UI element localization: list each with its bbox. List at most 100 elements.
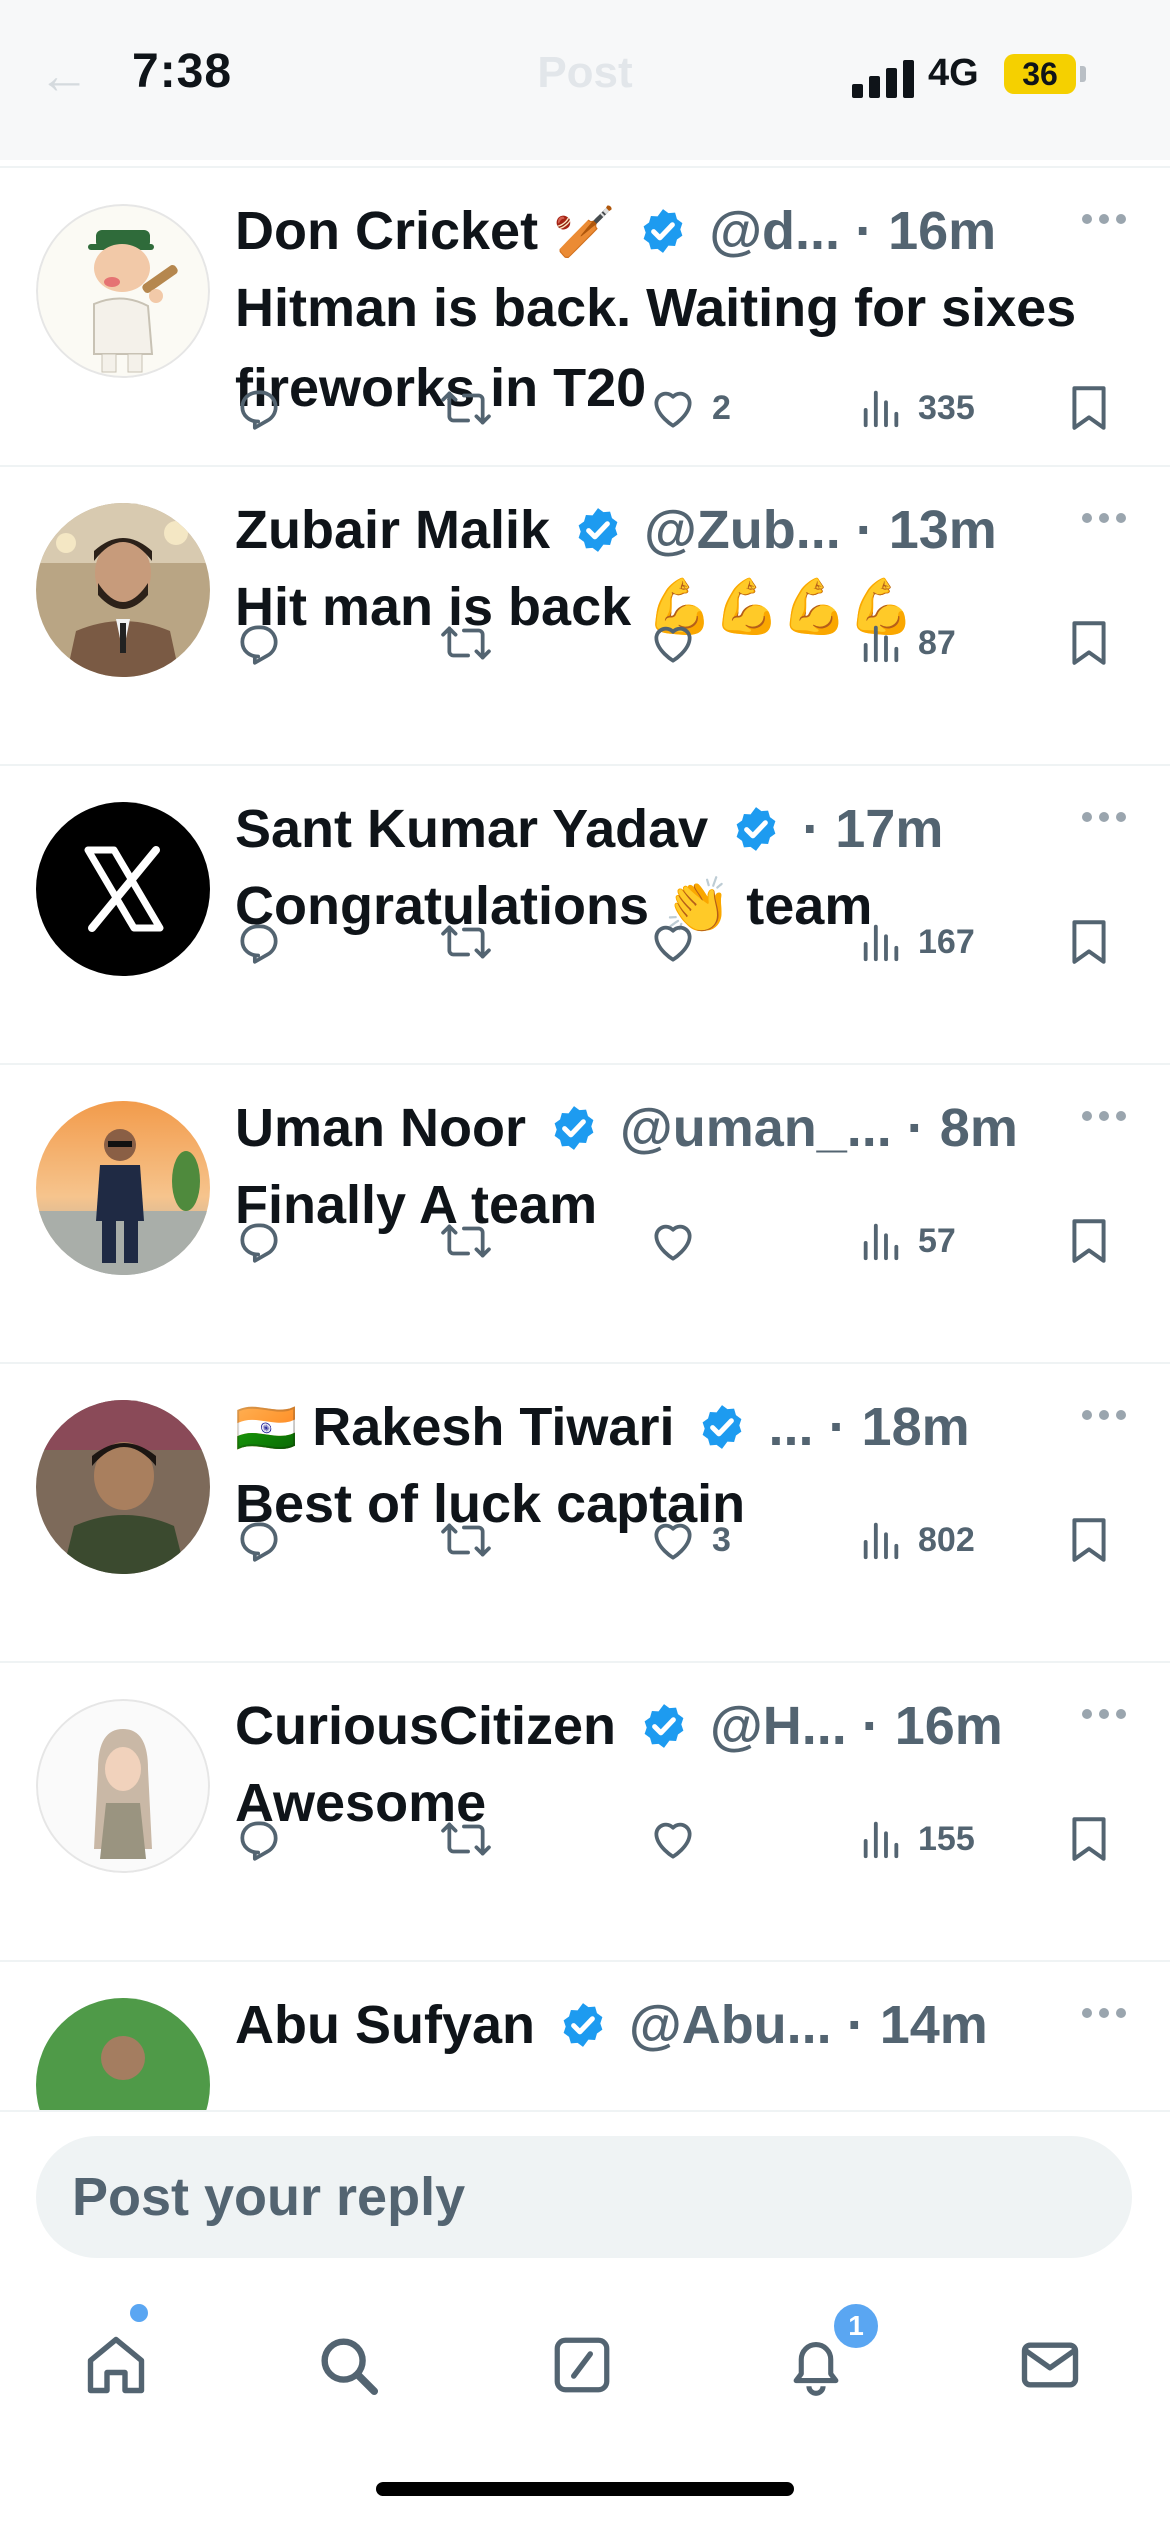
repost-button[interactable]: [438, 378, 494, 438]
tweet[interactable]: Don Cricket 🏏 @d... · 16m Hitman is back…: [0, 168, 1170, 467]
handle[interactable]: @Abu...: [629, 1995, 832, 2055]
tab-messages[interactable]: [1000, 2300, 1100, 2430]
more-options-icon[interactable]: [1082, 2008, 1126, 2024]
repost-button[interactable]: [438, 613, 494, 673]
handle[interactable]: @uman_...: [620, 1098, 892, 1158]
action-bar: 57: [0, 1211, 1170, 1271]
verified-badge-icon: [563, 2002, 603, 2047]
reply-button[interactable]: [234, 1211, 284, 1271]
repost-button[interactable]: [438, 912, 494, 972]
reply-input[interactable]: [36, 2136, 1132, 2258]
views-button[interactable]: 802: [858, 1510, 975, 1570]
tab-search[interactable]: [298, 2300, 398, 2430]
repost-icon: [441, 1822, 491, 1856]
views-button[interactable]: 335: [858, 378, 975, 438]
separator-dot: ·: [906, 1098, 925, 1158]
bookmark-button[interactable]: [1066, 912, 1112, 972]
tweet[interactable]: 🇮🇳 Rakesh Tiwari ... · 18m Best of luck …: [0, 1364, 1170, 1663]
home-icon: [87, 2336, 145, 2394]
separator-dot: ·: [855, 500, 874, 560]
signal-icon: [852, 58, 916, 98]
display-name[interactable]: Abu Sufyan: [235, 1995, 535, 2055]
views-button[interactable]: 155: [858, 1809, 975, 1869]
display-name[interactable]: CuriousCitizen: [235, 1696, 616, 1756]
bookmark-button[interactable]: [1066, 1510, 1112, 1570]
heart-icon: [654, 1523, 692, 1560]
separator-dot: ·: [846, 1995, 865, 2055]
repost-button[interactable]: [438, 1809, 494, 1869]
reply-button[interactable]: [234, 1809, 284, 1869]
tweet-header: Sant Kumar Yadav · 17m: [235, 796, 1095, 862]
view-count: 802: [918, 1520, 975, 1559]
reply-composer: [0, 2110, 1170, 2302]
reply-button[interactable]: [234, 613, 284, 673]
views-icon: [863, 1522, 899, 1560]
action-bar: 155: [0, 1809, 1170, 1869]
bottom-tab-bar: 1: [0, 2300, 1170, 2532]
repost-button[interactable]: [438, 1510, 494, 1570]
display-name[interactable]: Don Cricket: [235, 201, 538, 261]
status-bar: ← Post 7:38 4G 36: [0, 0, 1170, 160]
tab-compose[interactable]: [532, 2300, 632, 2430]
mail-icon: [1021, 2342, 1079, 2388]
tweet[interactable]: CuriousCitizen @H... · 16m Awesome 155: [0, 1663, 1170, 1962]
reply-feed[interactable]: Don Cricket 🏏 @d... · 16m Hitman is back…: [0, 168, 1170, 2110]
repost-icon: [441, 391, 491, 425]
tweet-header: Zubair Malik @Zub... · 13m: [235, 497, 1095, 563]
handle[interactable]: @H...: [710, 1696, 847, 1756]
unread-dot: [130, 2304, 148, 2322]
heart-icon: [654, 1224, 692, 1261]
like-button[interactable]: 3: [648, 1510, 731, 1570]
reply-button[interactable]: [234, 378, 284, 438]
bookmark-button[interactable]: [1066, 613, 1112, 673]
more-options-icon[interactable]: [1082, 1410, 1126, 1426]
like-button[interactable]: [648, 613, 712, 673]
heart-icon: [654, 391, 692, 428]
post-age: 14m: [879, 1995, 988, 2055]
reply-button[interactable]: [234, 912, 284, 972]
bookmark-button[interactable]: [1066, 378, 1112, 438]
views-button[interactable]: 167: [858, 912, 975, 972]
reply-button[interactable]: [234, 1510, 284, 1570]
avatar[interactable]: [36, 204, 210, 378]
more-options-icon[interactable]: [1082, 513, 1126, 529]
like-button[interactable]: [648, 912, 712, 972]
views-icon: [863, 924, 899, 962]
repost-button[interactable]: [438, 1211, 494, 1271]
more-options-icon[interactable]: [1082, 812, 1126, 828]
tweet[interactable]: Zubair Malik @Zub... · 13m Hit man is ba…: [0, 467, 1170, 766]
bookmark-button[interactable]: [1066, 1809, 1112, 1869]
display-name[interactable]: Uman Noor: [235, 1098, 526, 1158]
tweet[interactable]: Sant Kumar Yadav · 17m Congratulations 👏…: [0, 766, 1170, 1065]
like-button[interactable]: [648, 1211, 712, 1271]
separator-dot: ·: [855, 201, 874, 261]
verified-badge-icon: [736, 806, 776, 851]
verified-badge-icon: [644, 208, 683, 253]
like-button[interactable]: [648, 1809, 712, 1869]
like-button[interactable]: 2: [648, 378, 731, 438]
avatar[interactable]: [36, 1998, 210, 2110]
views-icon: [863, 625, 899, 663]
repost-icon: [441, 1224, 491, 1258]
tweet[interactable]: Uman Noor @uman_... · 8m Finally A team …: [0, 1065, 1170, 1364]
tab-home[interactable]: [66, 2300, 166, 2430]
handle[interactable]: ...: [769, 1397, 814, 1457]
views-button[interactable]: 87: [858, 613, 956, 673]
display-name[interactable]: Sant Kumar Yadav: [235, 799, 708, 859]
repost-icon: [441, 925, 491, 959]
view-count: 87: [918, 623, 956, 662]
home-indicator[interactable]: [376, 2482, 794, 2496]
view-count: 155: [918, 1819, 975, 1858]
more-options-icon[interactable]: [1082, 1709, 1126, 1725]
bookmark-icon: [1072, 1518, 1106, 1562]
heart-icon: [654, 925, 692, 962]
display-name[interactable]: Zubair Malik: [235, 500, 550, 560]
views-button[interactable]: 57: [858, 1211, 956, 1271]
bookmark-button[interactable]: [1066, 1211, 1112, 1271]
handle[interactable]: @d...: [709, 201, 840, 261]
display-name[interactable]: Rakesh Tiwari: [312, 1397, 674, 1457]
handle[interactable]: @Zub...: [644, 500, 841, 560]
more-options-icon[interactable]: [1082, 214, 1126, 230]
tweet[interactable]: Abu Sufyan @Abu... · 14m: [0, 1962, 1170, 2110]
more-options-icon[interactable]: [1082, 1111, 1126, 1127]
